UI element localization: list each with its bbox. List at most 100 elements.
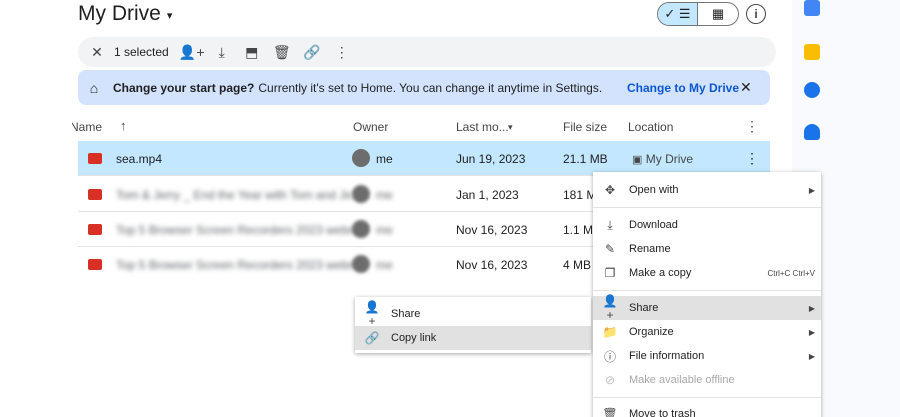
- menu-divider: [593, 290, 821, 291]
- shortcut-text: Ctrl+C Ctrl+V: [767, 268, 815, 278]
- menu-make-offline[interactable]: ⊘ Make available offline: [593, 368, 821, 392]
- file-name: sea.mp4: [116, 152, 163, 166]
- file-owner: me: [376, 258, 393, 272]
- file-size: 21.1 MB: [563, 152, 608, 166]
- file-name: Top 5 Browser Screen Recorders 2023 webm: [116, 223, 359, 237]
- menu-label: Make a copy: [629, 267, 692, 279]
- file-location-label: My Drive: [645, 152, 694, 166]
- folder-icon: 📁: [602, 325, 618, 339]
- share-submenu: 👤+ Share 🔗 Copy link: [355, 297, 591, 353]
- menu-label: Organize: [629, 326, 674, 338]
- download-icon: ⤓: [607, 217, 613, 232]
- link-icon: 🔗: [364, 331, 380, 345]
- page-title-text: My Drive: [78, 2, 161, 25]
- avatar: [352, 220, 370, 238]
- row-more-icon[interactable]: ⋮: [745, 150, 759, 167]
- close-icon[interactable]: ✕: [82, 44, 112, 61]
- offline-icon: ⊘: [604, 373, 616, 387]
- menu-divider: [593, 207, 821, 208]
- menu-open-with[interactable]: ✥ Open with ▶: [593, 178, 821, 202]
- sort-arrow-icon[interactable]: ↑: [120, 118, 127, 133]
- keep-icon[interactable]: [804, 44, 820, 60]
- trash-icon: 🗑: [602, 407, 618, 417]
- submenu-copy-link-label: Copy link: [391, 332, 437, 344]
- list-view-button[interactable]: ✓ ☰: [658, 3, 699, 25]
- drive-icon: ▣: [632, 154, 643, 166]
- file-modified: Nov 16, 2023: [456, 258, 528, 272]
- pencil-icon: ✎: [604, 242, 616, 256]
- menu-label: Share: [629, 302, 659, 314]
- chevron-right-icon: ▶: [808, 303, 815, 313]
- file-size: 4 MB: [563, 258, 592, 272]
- menu-label: Rename: [629, 243, 671, 255]
- sort-down-icon[interactable]: ▾: [508, 122, 513, 133]
- menu-move-to-trash[interactable]: 🗑 Move to trash: [593, 402, 821, 417]
- move-icon[interactable]: ⬒: [237, 44, 267, 61]
- grid-view-button[interactable]: ▦: [698, 3, 738, 25]
- person-add-icon: 👤+: [602, 294, 618, 322]
- column-owner[interactable]: Owner: [353, 120, 388, 134]
- menu-make-copy[interactable]: ❐ Make a copy Ctrl+C Ctrl+V: [593, 261, 821, 285]
- video-file-icon: [88, 189, 102, 200]
- info-icon: ⓘ: [603, 349, 616, 364]
- contacts-icon[interactable]: [804, 124, 820, 140]
- video-file-icon: [88, 259, 102, 270]
- video-file-icon: [88, 224, 102, 235]
- trash-icon[interactable]: 🗑: [267, 44, 297, 61]
- home-icon: ⌂: [89, 79, 99, 96]
- selection-toolbar: ✕ 1 selected 👤+ ⤓ ⬒ 🗑 🔗 ⋮: [78, 37, 776, 67]
- share-icon[interactable]: 👤+: [177, 44, 207, 61]
- chevron-right-icon: ▶: [808, 351, 815, 361]
- file-location: ▣ My Drive: [632, 152, 693, 166]
- file-modified: Jun 19, 2023: [456, 152, 526, 166]
- menu-label: Make available offline: [629, 374, 735, 386]
- column-last-modified[interactable]: Last mo...: [456, 120, 509, 134]
- file-owner: me: [376, 188, 393, 202]
- file-name: Tom & Jerry _ End the Year with Tom and …: [116, 188, 362, 202]
- link-icon[interactable]: 🔗: [297, 44, 327, 61]
- open-with-icon: ✥: [604, 183, 616, 197]
- column-options-icon[interactable]: ⋮: [745, 118, 759, 135]
- submenu-share[interactable]: 👤+ Share: [355, 300, 591, 328]
- view-toggle: ✓ ☰ ▦: [657, 2, 739, 26]
- copy-icon: ❐: [604, 266, 616, 280]
- avatar: [352, 149, 370, 167]
- banner-title: Change your start page?: [113, 80, 255, 95]
- menu-divider: [593, 397, 821, 398]
- menu-rename[interactable]: ✎ Rename: [593, 237, 821, 261]
- menu-download[interactable]: ⤓ Download: [593, 213, 821, 237]
- banner-text: Currently it's set to Home. You can chan…: [258, 80, 603, 95]
- submenu-share-label: Share: [391, 308, 421, 320]
- file-modified: Nov 16, 2023: [456, 223, 528, 237]
- chevron-right-icon: ▶: [808, 327, 815, 337]
- table-row[interactable]: sea.mp4 me Jun 19, 2023 21.1 MB ▣ My Dri…: [78, 141, 770, 176]
- table-header: Name ↑ Owner Last mo... ▾ File size Loca…: [72, 112, 770, 140]
- video-file-icon: [88, 153, 102, 164]
- more-actions-icon[interactable]: ⋮: [327, 44, 357, 61]
- menu-label: Move to trash: [629, 408, 696, 417]
- file-modified: Jan 1, 2023: [456, 188, 519, 202]
- change-to-my-drive-link[interactable]: Change to My Drive: [627, 81, 739, 95]
- file-owner: me: [376, 223, 393, 237]
- tasks-icon[interactable]: [804, 82, 820, 98]
- page-title[interactable]: My Drive ▾: [78, 2, 172, 26]
- drive-window: My Drive ▾ ✓ ☰ ▦ i ✕ 1 selected 👤+ ⤓ ⬒ 🗑…: [0, 0, 900, 417]
- chevron-down-icon: ▾: [166, 9, 173, 22]
- column-location[interactable]: Location: [628, 120, 673, 134]
- banner-close-icon[interactable]: ✕: [740, 79, 752, 96]
- menu-organize[interactable]: 📁 Organize ▶: [593, 320, 821, 344]
- file-name: Top 5 Browser Screen Recorders 2023 webm: [116, 258, 359, 272]
- file-owner: me: [376, 152, 393, 166]
- menu-label: File information: [629, 350, 705, 362]
- menu-share[interactable]: 👤+ Share ▶: [593, 294, 821, 322]
- submenu-copy-link[interactable]: 🔗 Copy link: [355, 326, 591, 350]
- calendar-icon[interactable]: [804, 0, 820, 16]
- column-name[interactable]: Name: [72, 120, 102, 134]
- menu-file-information[interactable]: ⓘ File information ▶: [593, 344, 821, 368]
- info-icon[interactable]: i: [746, 4, 766, 24]
- chevron-right-icon: ▶: [808, 185, 815, 195]
- column-file-size[interactable]: File size: [563, 120, 607, 134]
- context-menu: ✥ Open with ▶ ⤓ Download ✎ Rename ❐ Make…: [593, 172, 821, 417]
- menu-label: Open with: [629, 184, 679, 196]
- download-icon[interactable]: ⤓: [207, 44, 237, 61]
